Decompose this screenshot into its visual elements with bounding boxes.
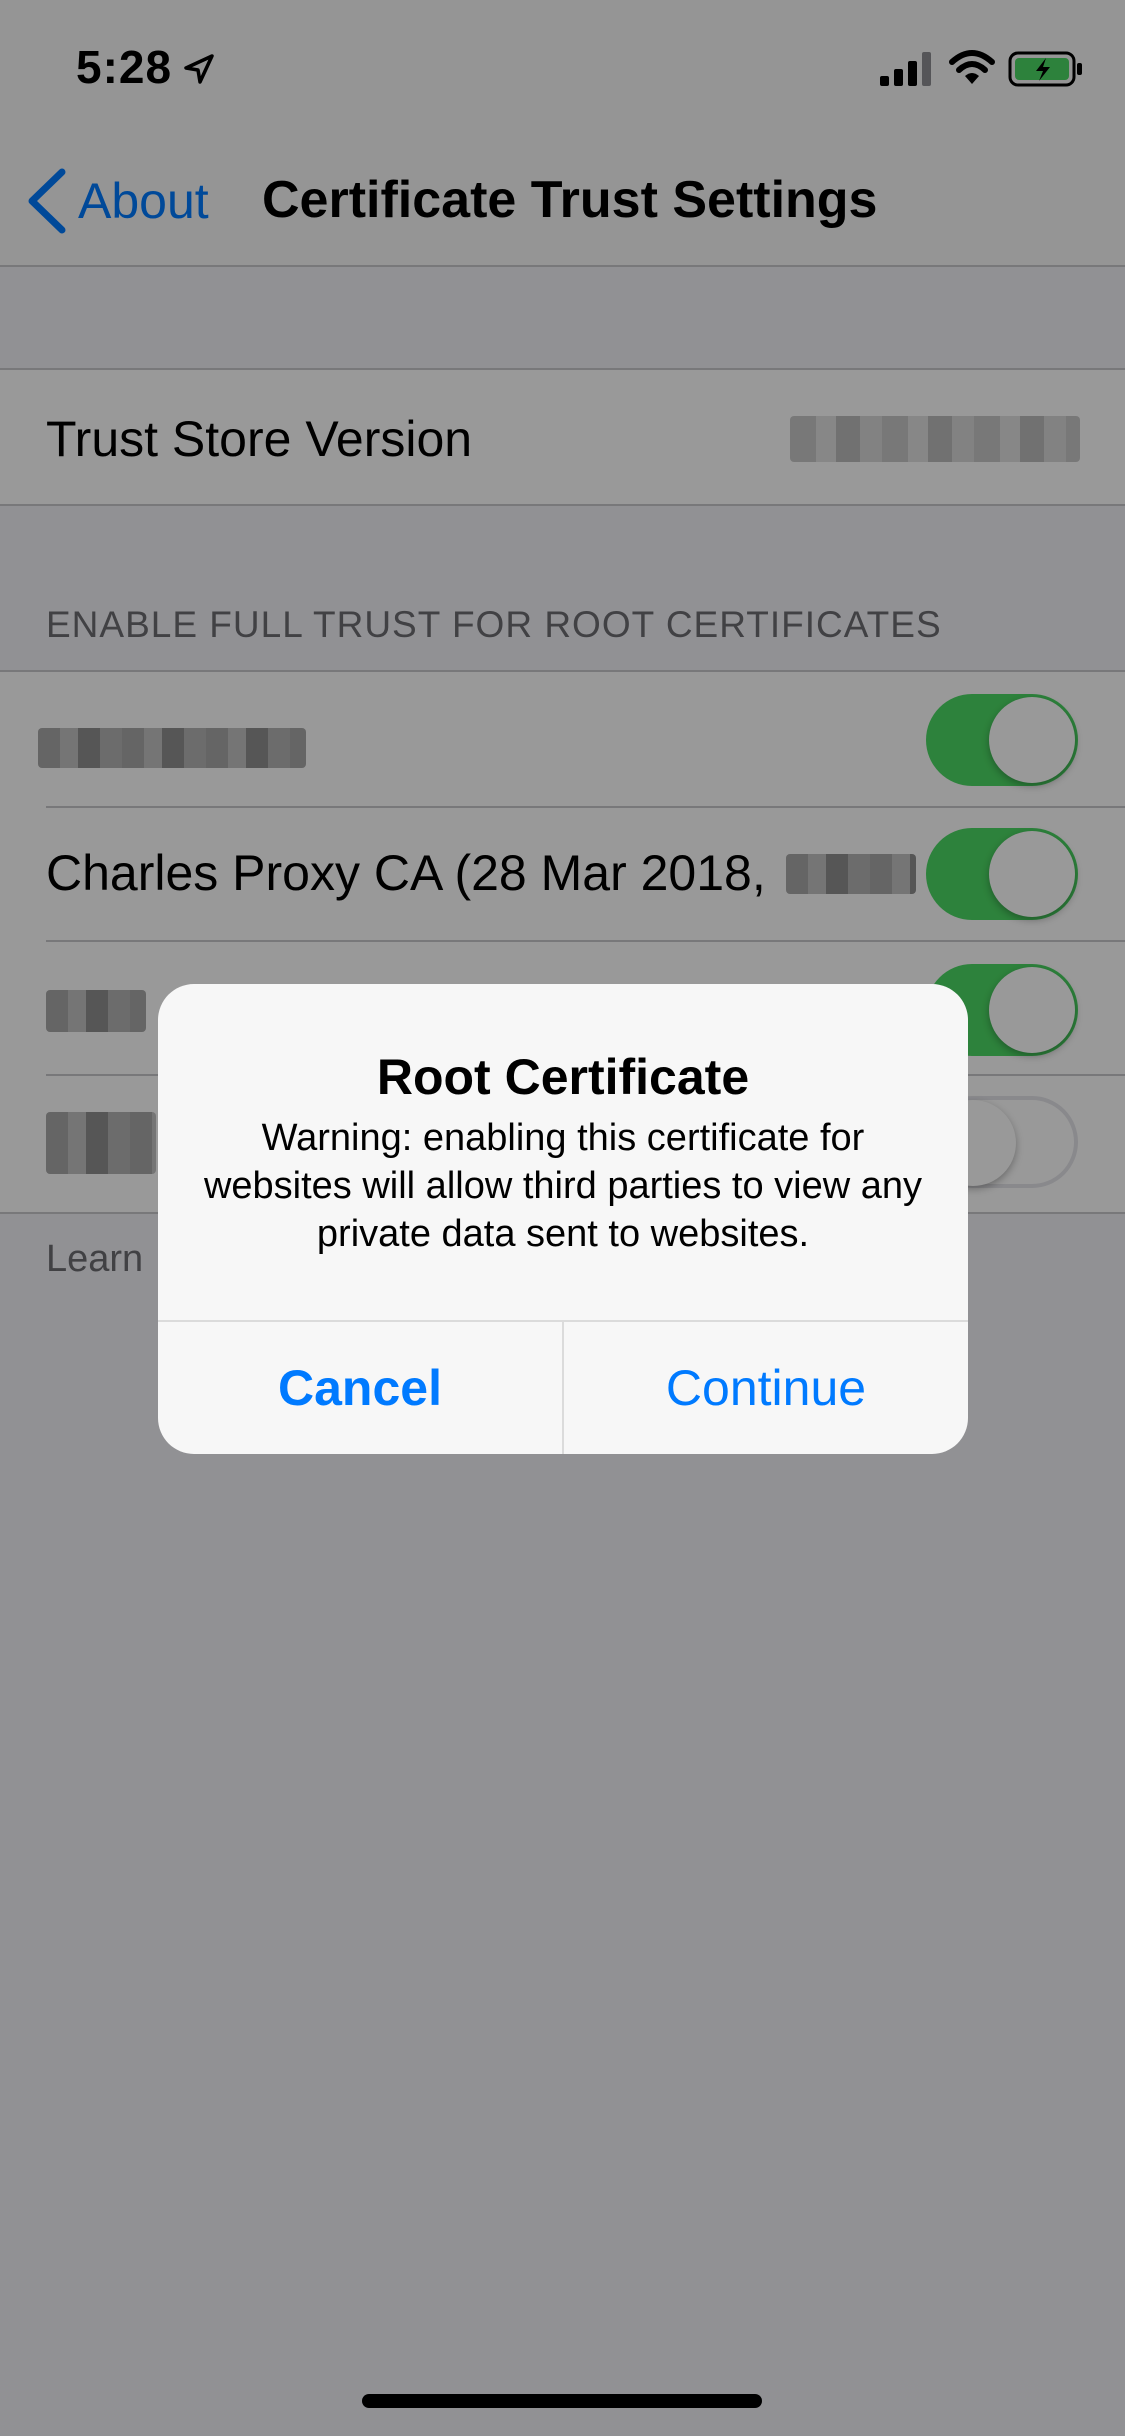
alert-message: Warning: enabling this certificate for w… — [203, 1117, 923, 1255]
continue-button[interactable]: Continue — [564, 1322, 968, 1454]
alert-title: Root Certificate — [376, 1049, 750, 1105]
cancel-button[interactable]: Cancel — [158, 1322, 562, 1454]
home-indicator[interactable] — [362, 2394, 762, 2408]
root-certificate-alert: Root Certificate Warning: enabling this … — [158, 984, 968, 1454]
